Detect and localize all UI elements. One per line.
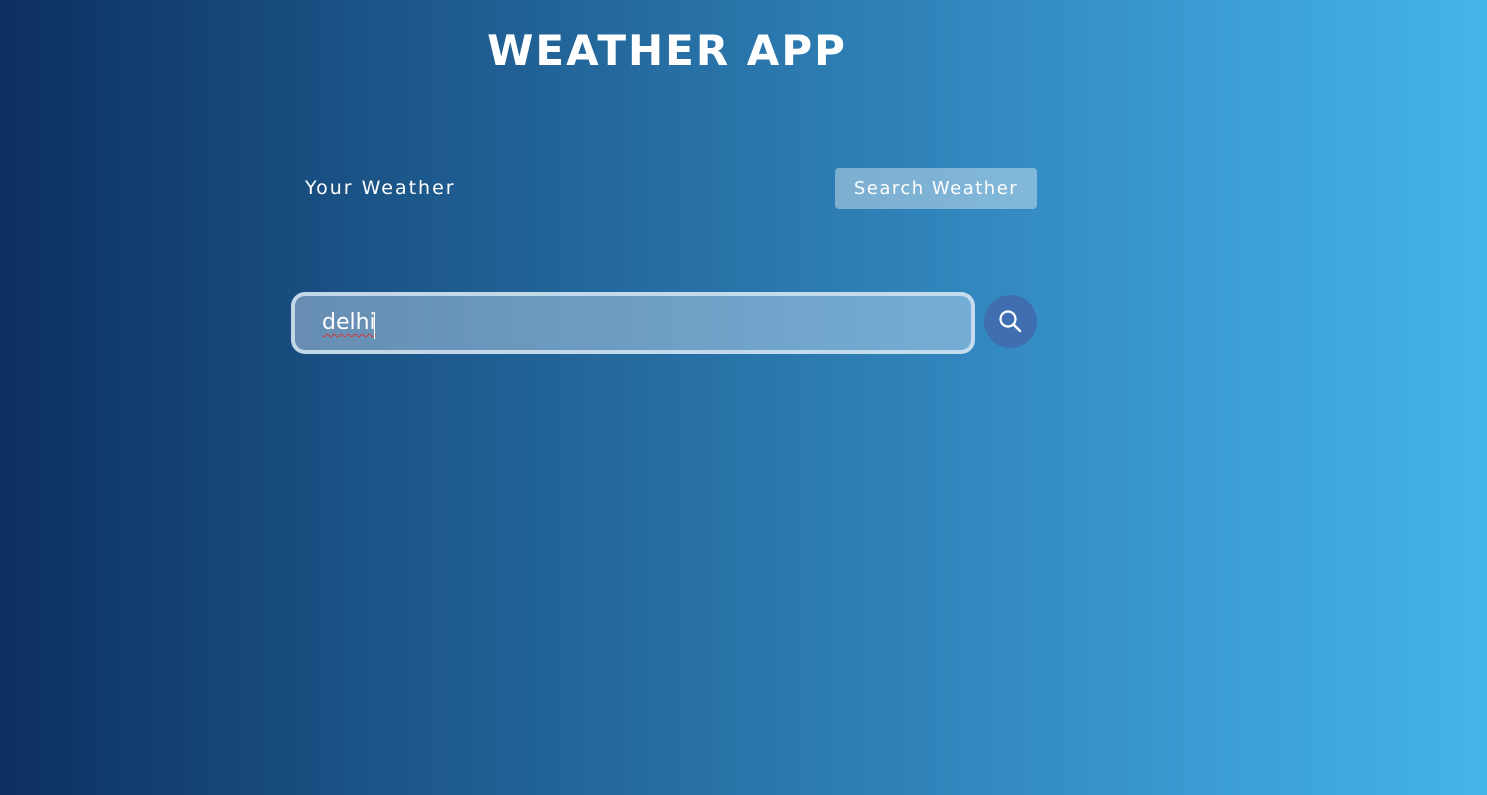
text-caret (374, 312, 375, 339)
search-input-field[interactable]: delhi (291, 292, 975, 354)
search-form: delhi (291, 292, 1037, 354)
search-button[interactable] (984, 295, 1037, 348)
search-input[interactable]: delhi (322, 310, 376, 335)
search-icon (999, 310, 1022, 333)
tab-search-weather[interactable]: Search Weather (835, 168, 1037, 209)
tab-your-weather[interactable]: Your Weather (293, 168, 468, 209)
app-title: WEATHER APP (487, 26, 847, 75)
